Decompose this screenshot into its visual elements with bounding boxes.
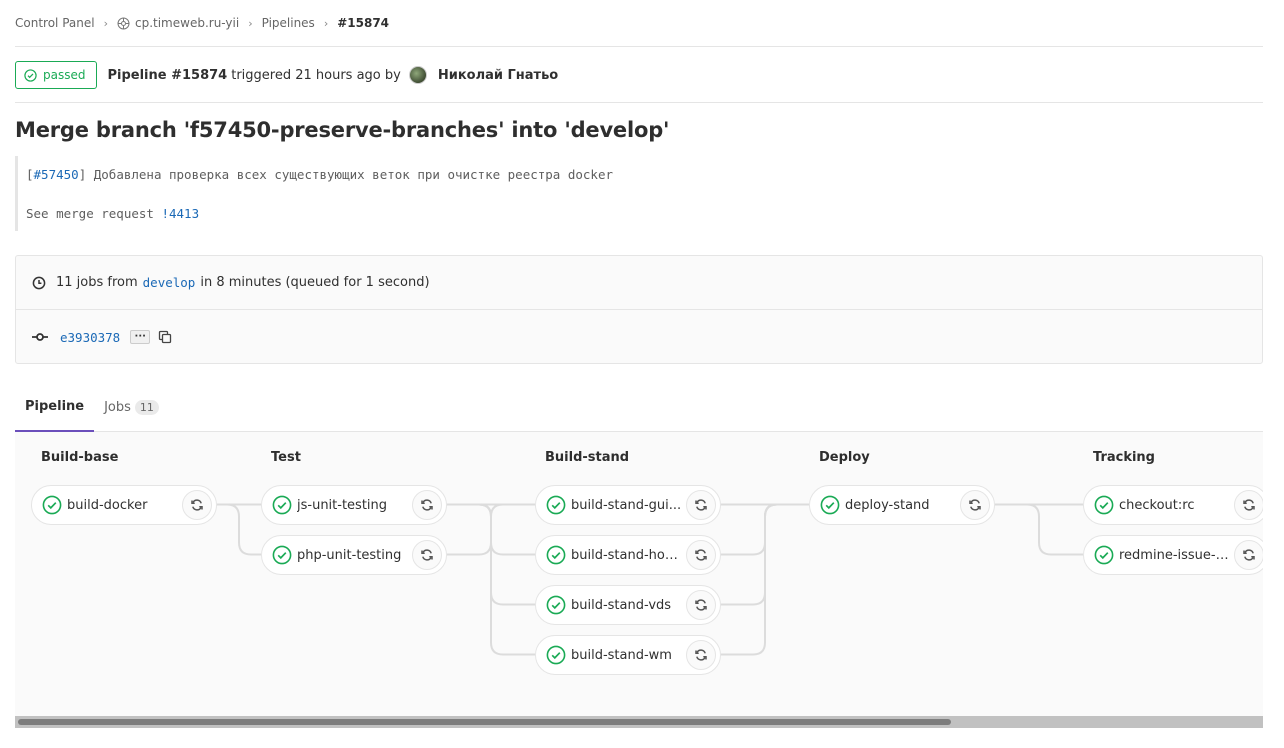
job-0-0[interactable]: build-docker bbox=[31, 485, 217, 525]
commit-description: [#57450] Добавлена проверка всех существ… bbox=[15, 156, 1263, 231]
check-circle-icon bbox=[24, 68, 37, 82]
job-connector bbox=[478, 503, 535, 656]
retry-icon[interactable] bbox=[1234, 540, 1263, 570]
breadcrumb: Control Panel › cp.timeweb.ru-yii › Pipe… bbox=[15, 15, 389, 31]
avatar[interactable] bbox=[408, 66, 427, 84]
job-3-0[interactable]: deploy-stand bbox=[809, 485, 995, 525]
retry-icon[interactable] bbox=[686, 590, 716, 620]
stage-title: Test bbox=[271, 450, 301, 465]
pipeline-label: Pipeline #15874 bbox=[107, 67, 228, 83]
job-name: js-unit-testing bbox=[297, 497, 388, 513]
job-1-0[interactable]: js-unit-testing bbox=[261, 485, 447, 525]
job-4-0[interactable]: checkout:rc bbox=[1083, 485, 1263, 525]
job-name: deploy-stand bbox=[845, 497, 930, 513]
check-circle-icon bbox=[1094, 495, 1114, 515]
retry-icon[interactable] bbox=[412, 490, 442, 520]
jobs-count-badge: 11 bbox=[134, 399, 159, 415]
chevron-right-icon: › bbox=[323, 16, 329, 30]
stage-title: Deploy bbox=[819, 450, 870, 465]
retry-icon[interactable] bbox=[686, 640, 716, 670]
breadcrumb-control-panel[interactable]: Control Panel bbox=[15, 16, 95, 30]
stage-title: Tracking bbox=[1093, 450, 1155, 465]
scrollbar-thumb[interactable] bbox=[18, 719, 951, 725]
mr-prefix: See merge request bbox=[26, 206, 162, 221]
status-text: passed bbox=[43, 68, 86, 82]
merge-request-link[interactable]: !4413 bbox=[161, 206, 199, 221]
divider bbox=[15, 46, 1263, 47]
breadcrumb-pipelines[interactable]: Pipelines bbox=[262, 16, 315, 30]
bracket-text: [ bbox=[26, 167, 34, 182]
jobs-count-text: 11 jobs from bbox=[56, 275, 138, 290]
expand-message-button[interactable]: ··· bbox=[130, 330, 151, 344]
chevron-right-icon: › bbox=[248, 16, 253, 30]
job-2-1[interactable]: build-stand-hos... bbox=[535, 535, 721, 575]
author-name[interactable]: Николай Гнатьо bbox=[438, 68, 558, 83]
project-icon bbox=[117, 17, 130, 29]
tab-jobs[interactable]: Jobs 11 bbox=[94, 382, 169, 432]
commit-icon bbox=[32, 333, 48, 341]
copy-icon[interactable] bbox=[158, 330, 172, 344]
breadcrumb-current[interactable]: #15874 bbox=[337, 16, 389, 30]
check-circle-icon bbox=[42, 495, 62, 515]
breadcrumb-project[interactable]: cp.timeweb.ru-yii bbox=[135, 16, 239, 30]
commit-title: Merge branch 'f57450-preserve-branches' … bbox=[15, 118, 670, 142]
pipeline-tabs: Pipeline Jobs 11 bbox=[15, 382, 1263, 432]
job-connector bbox=[1026, 503, 1083, 556]
branch-link[interactable]: develop bbox=[143, 275, 196, 290]
stage-title: Build-stand bbox=[545, 450, 630, 465]
job-name: build-stand-wm bbox=[571, 647, 672, 663]
job-name: build-stand-gui... bbox=[571, 497, 682, 513]
check-circle-icon bbox=[546, 595, 566, 615]
check-circle-icon bbox=[820, 495, 840, 515]
check-circle-icon bbox=[272, 545, 292, 565]
commit-sha-link[interactable]: e3930378 bbox=[60, 330, 120, 345]
job-1-1[interactable]: php-unit-testing bbox=[261, 535, 447, 575]
job-name: build-stand-hos... bbox=[571, 547, 683, 563]
retry-icon[interactable] bbox=[1234, 490, 1263, 520]
issue-link[interactable]: #57450 bbox=[34, 167, 79, 182]
retry-icon[interactable] bbox=[960, 490, 990, 520]
pipeline-graph: Build-base build-docker Test js-unit-testin… bbox=[15, 432, 1263, 716]
commit-message: ] Добавлена проверка всех существующих в… bbox=[78, 167, 614, 182]
clock-icon bbox=[32, 276, 46, 289]
job-2-0[interactable]: build-stand-gui... bbox=[535, 485, 721, 525]
check-circle-icon bbox=[546, 645, 566, 665]
check-circle-icon bbox=[546, 545, 566, 565]
pipeline-info: 11 jobs from develop in 8 minutes (queue… bbox=[15, 255, 1263, 364]
status-badge[interactable]: passed bbox=[15, 61, 98, 89]
job-connector bbox=[447, 503, 504, 556]
job-connector bbox=[721, 503, 778, 556]
job-name: build-docker bbox=[67, 497, 148, 513]
retry-icon[interactable] bbox=[412, 540, 442, 570]
job-connector bbox=[226, 503, 261, 556]
job-name: redmine-issue-t... bbox=[1119, 547, 1231, 563]
tab-pipeline-label: Pipeline bbox=[25, 398, 85, 414]
job-name: checkout:rc bbox=[1119, 497, 1195, 513]
job-2-2[interactable]: build-stand-vds bbox=[535, 585, 721, 625]
triggered-text: triggered 21 hours ago by bbox=[231, 67, 401, 83]
horizontal-scrollbar[interactable] bbox=[15, 716, 1263, 728]
divider bbox=[15, 102, 1263, 103]
job-4-1[interactable]: redmine-issue-t... bbox=[1083, 535, 1263, 575]
check-circle-icon bbox=[546, 495, 566, 515]
retry-icon[interactable] bbox=[686, 540, 716, 570]
retry-icon[interactable] bbox=[182, 490, 212, 520]
job-connector bbox=[478, 503, 535, 556]
check-circle-icon bbox=[272, 495, 292, 515]
check-circle-icon bbox=[1094, 545, 1114, 565]
job-name: php-unit-testing bbox=[297, 547, 402, 563]
stage-title: Build-base bbox=[41, 450, 119, 465]
job-name: build-stand-vds bbox=[571, 597, 672, 613]
retry-icon[interactable] bbox=[686, 490, 716, 520]
chevron-right-icon: › bbox=[103, 16, 108, 30]
tab-pipeline[interactable]: Pipeline bbox=[15, 382, 95, 432]
duration-text: in 8 minutes (queued for 1 second) bbox=[200, 275, 430, 290]
job-2-3[interactable]: build-stand-wm bbox=[535, 635, 721, 675]
job-connector bbox=[721, 503, 778, 656]
pipeline-header: passed Pipeline #15874 triggered 21 hour… bbox=[15, 61, 1263, 89]
tab-jobs-label: Jobs bbox=[104, 399, 131, 415]
